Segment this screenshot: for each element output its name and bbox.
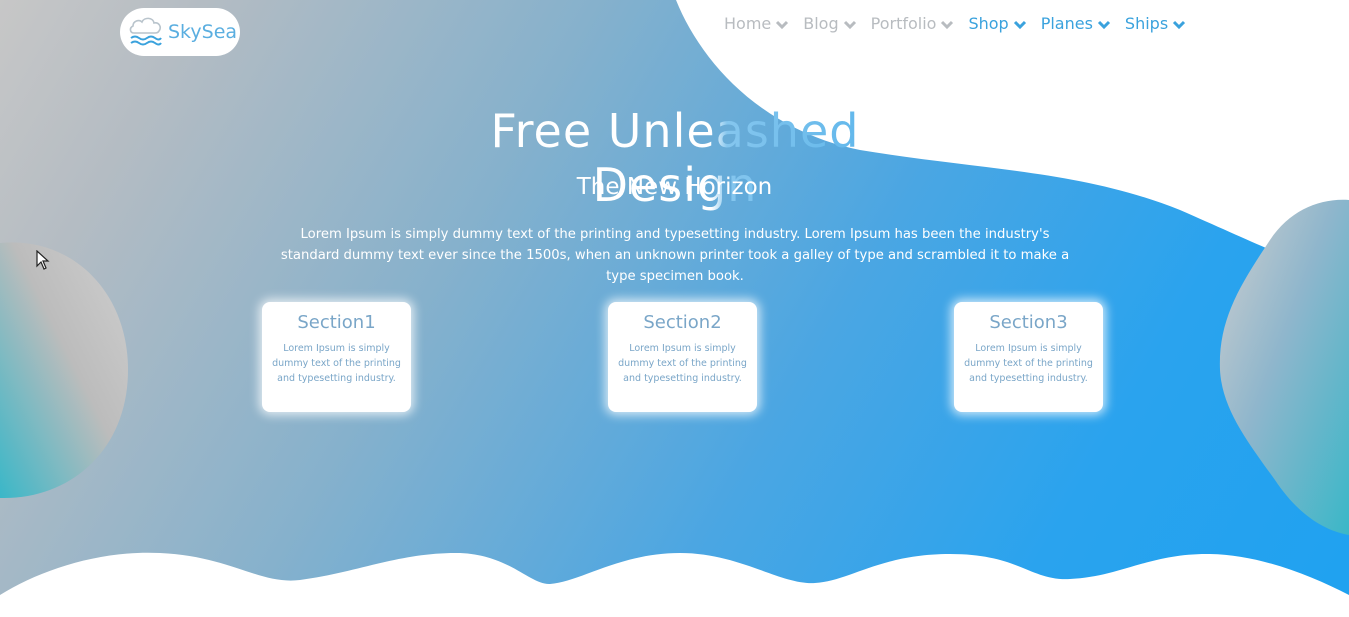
- hero-subtitle: The New Horizon: [576, 174, 773, 200]
- chevron-down-icon: [1013, 15, 1027, 34]
- nav-item-label: Ships: [1124, 14, 1169, 33]
- bottom-wave: [0, 552, 1349, 617]
- main-nav: Home Blog Portfolio Shop Planes Ships: [724, 12, 1186, 36]
- section-title: Section2: [643, 312, 722, 333]
- logo-text: SkySea: [168, 21, 238, 43]
- chevron-down-icon: [1097, 15, 1111, 34]
- section-text: Lorem Ipsum is simply dummy text of the …: [964, 343, 1093, 384]
- nav-item-label: Shop: [968, 14, 1009, 33]
- hero-body: Lorem Ipsum is simply dummy text of the …: [280, 227, 1070, 284]
- chevron-down-icon: [1172, 15, 1186, 34]
- nav-item-label: Planes: [1040, 14, 1093, 33]
- nav-item-shop[interactable]: Shop: [968, 12, 1026, 36]
- cloud-waves-icon: [128, 13, 164, 51]
- section-text: Lorem Ipsum is simply dummy text of the …: [618, 343, 747, 384]
- section-title: Section1: [297, 312, 376, 333]
- mouse-cursor-icon: [36, 249, 50, 274]
- section-card-3[interactable]: Section3 Lorem Ipsum is simply dummy tex…: [954, 302, 1103, 412]
- nav-item-blog[interactable]: Blog: [803, 12, 856, 36]
- section-card-1[interactable]: Section1 Lorem Ipsum is simply dummy tex…: [262, 302, 411, 412]
- section-title: Section3: [989, 312, 1068, 333]
- page: SkySea Home Blog Portfolio Shop Planes S…: [0, 0, 1349, 617]
- chevron-down-icon: [775, 15, 789, 34]
- section-card-2[interactable]: Section2 Lorem Ipsum is simply dummy tex…: [608, 302, 757, 412]
- nav-item-label: Portfolio: [870, 14, 937, 33]
- nav-item-home[interactable]: Home: [724, 12, 789, 36]
- chevron-down-icon: [940, 15, 954, 34]
- nav-item-ships[interactable]: Ships: [1125, 12, 1186, 36]
- section-text: Lorem Ipsum is simply dummy text of the …: [272, 343, 401, 384]
- nav-item-label: Home: [724, 14, 772, 33]
- chevron-down-icon: [843, 15, 857, 34]
- nav-item-portfolio[interactable]: Portfolio: [871, 12, 955, 36]
- logo[interactable]: SkySea: [120, 8, 240, 56]
- right-blob: [1219, 199, 1349, 535]
- nav-item-label: Blog: [803, 14, 839, 33]
- nav-item-planes[interactable]: Planes: [1041, 12, 1111, 36]
- left-blob: [0, 242, 128, 499]
